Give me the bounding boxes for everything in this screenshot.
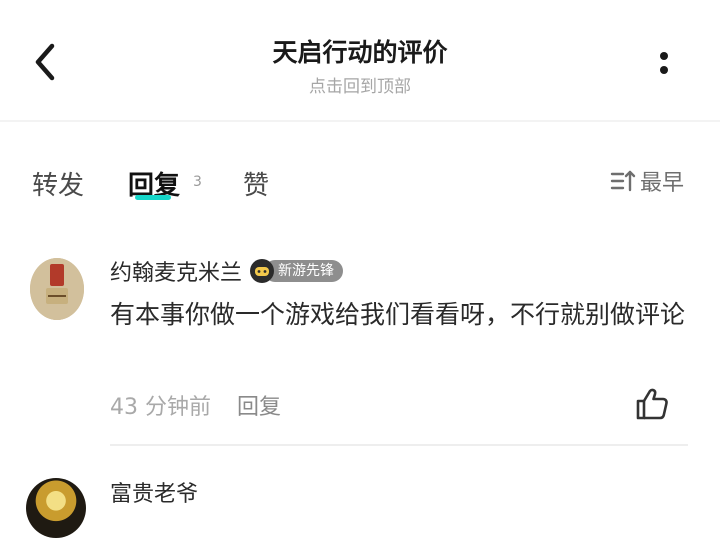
like-button[interactable] [634, 386, 670, 422]
more-button[interactable] [650, 46, 678, 80]
reply-button[interactable]: 回复 [237, 389, 281, 421]
comment-time: 43 分钟前 [110, 395, 211, 420]
comment-divider [110, 444, 688, 446]
more-vertical-icon [660, 52, 668, 74]
badge-label: 新游先锋 [264, 260, 344, 282]
sort-button[interactable]: 最早 [610, 166, 684, 196]
comment-item: 富贵老爷 [0, 470, 720, 538]
sort-label: 最早 [640, 171, 685, 196]
badge-controller-icon [250, 259, 275, 283]
active-tab-indicator [135, 195, 171, 200]
tab-repost[interactable]: 转发 [32, 165, 84, 202]
avatar[interactable] [30, 258, 84, 320]
scroll-to-top-link[interactable]: 点击回到顶部 [0, 72, 720, 97]
header-divider [0, 120, 720, 122]
comment-meta: 43 分钟前 回复 [110, 390, 281, 420]
comment-item: 约翰麦克米兰 新游先锋 有本事你做一个游戏给我们看看呀，不行就别做评论 43 分… [0, 250, 720, 446]
author-name[interactable]: 约翰麦克米兰 [110, 255, 242, 287]
author-name[interactable]: 富贵老爷 [110, 476, 198, 508]
author-row: 约翰麦克米兰 新游先锋 [110, 255, 344, 287]
avatar-image [30, 258, 84, 320]
avatar[interactable] [26, 478, 86, 538]
page-title: 天启行动的评价 [272, 38, 448, 67]
tab-bar: 转发 回复 3 赞 最早 [0, 150, 720, 210]
reply-count: 3 [193, 174, 202, 190]
thumbs-up-icon [636, 388, 668, 420]
sort-icon [610, 170, 636, 192]
comment-text: 有本事你做一个游戏给我们看看呀，不行就别做评论 [110, 300, 686, 329]
top-bar: 天启行动的评价 点击回到顶部 [0, 0, 720, 120]
tab-like[interactable]: 赞 [243, 165, 269, 202]
user-badge: 新游先锋 [250, 259, 344, 283]
